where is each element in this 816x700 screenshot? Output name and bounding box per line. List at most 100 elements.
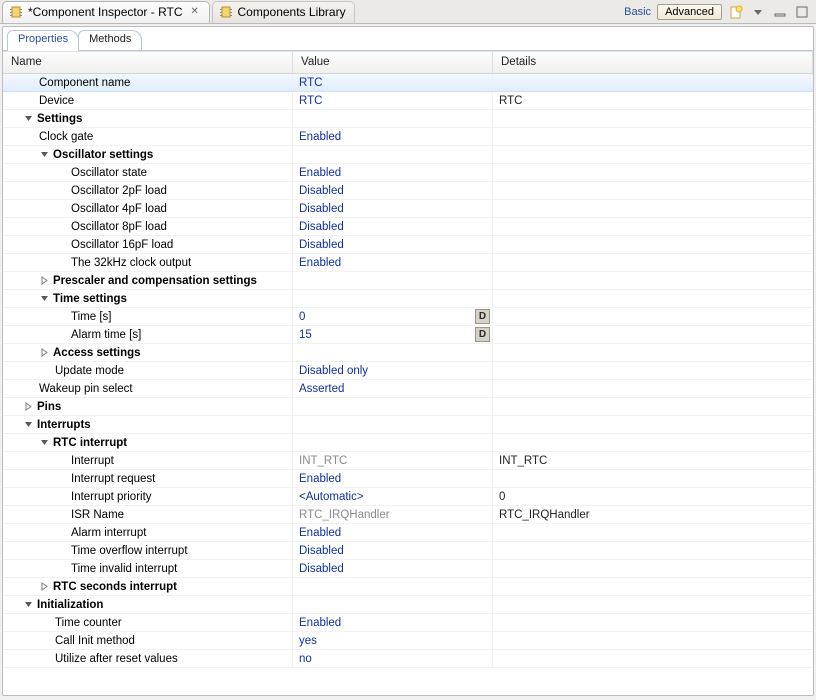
collapse-icon[interactable] xyxy=(39,293,50,304)
table-row[interactable]: The 32kHz clock outputEnabled xyxy=(3,254,813,272)
property-value-cell[interactable]: 15D xyxy=(293,326,493,343)
property-name-cell[interactable]: Interrupt xyxy=(3,452,293,469)
table-row[interactable]: Oscillator 16pF loadDisabled xyxy=(3,236,813,254)
close-icon[interactable]: ✕ xyxy=(191,7,201,17)
menu-dropdown-icon[interactable] xyxy=(750,4,766,20)
property-name-cell[interactable]: Time overflow interrupt xyxy=(3,542,293,559)
maximize-icon[interactable] xyxy=(794,4,810,20)
table-row[interactable]: RTC interrupt xyxy=(3,434,813,452)
property-name-cell[interactable]: Oscillator state xyxy=(3,164,293,181)
table-row[interactable]: Prescaler and compensation settings xyxy=(3,272,813,290)
property-name-cell[interactable]: Pins xyxy=(3,398,293,415)
editor-tab-library[interactable]: Components Library xyxy=(212,1,355,23)
property-name-cell[interactable]: Interrupt priority xyxy=(3,488,293,505)
property-name-cell[interactable]: Clock gate xyxy=(3,128,293,145)
collapse-icon[interactable] xyxy=(39,149,50,160)
property-value-cell[interactable]: RTC xyxy=(293,74,493,91)
property-value-cell[interactable]: RTC_IRQHandler xyxy=(293,506,493,523)
property-name-cell[interactable]: Oscillator 4pF load xyxy=(3,200,293,217)
column-header-name[interactable]: Name xyxy=(3,52,293,73)
table-row[interactable]: Call Init methodyes xyxy=(3,632,813,650)
property-name-cell[interactable]: Time [s] xyxy=(3,308,293,325)
property-name-cell[interactable]: RTC seconds interrupt xyxy=(3,578,293,595)
property-name-cell[interactable]: Device xyxy=(3,92,293,109)
property-value-cell[interactable]: Disabled only xyxy=(293,362,493,379)
collapse-icon[interactable] xyxy=(23,419,34,430)
table-row[interactable]: Time [s]0D xyxy=(3,308,813,326)
property-value-cell[interactable]: Enabled xyxy=(293,128,493,145)
table-row[interactable]: InterruptINT_RTCINT_RTC xyxy=(3,452,813,470)
property-name-cell[interactable]: Utilize after reset values xyxy=(3,650,293,667)
property-value-cell[interactable]: Disabled xyxy=(293,560,493,577)
basic-link[interactable]: Basic xyxy=(624,6,651,18)
property-name-cell[interactable]: RTC interrupt xyxy=(3,434,293,451)
default-badge[interactable]: D xyxy=(475,309,490,324)
table-row[interactable]: Wakeup pin selectAsserted xyxy=(3,380,813,398)
property-name-cell[interactable]: Prescaler and compensation settings xyxy=(3,272,293,289)
property-value-cell[interactable]: Enabled xyxy=(293,614,493,631)
table-row[interactable]: Clock gateEnabled xyxy=(3,128,813,146)
property-name-cell[interactable]: Component name xyxy=(3,74,293,91)
advanced-button[interactable]: Advanced xyxy=(657,4,722,20)
property-value-cell[interactable]: Disabled xyxy=(293,236,493,253)
table-row[interactable]: Interrupt priority<Automatic>0 xyxy=(3,488,813,506)
property-name-cell[interactable]: Initialization xyxy=(3,596,293,613)
expand-icon[interactable] xyxy=(39,275,50,286)
property-name-cell[interactable]: Alarm interrupt xyxy=(3,524,293,541)
table-row[interactable]: Interrupt requestEnabled xyxy=(3,470,813,488)
table-row[interactable]: Oscillator 4pF loadDisabled xyxy=(3,200,813,218)
collapse-icon[interactable] xyxy=(23,599,34,610)
table-row[interactable]: Initialization xyxy=(3,596,813,614)
table-row[interactable]: Access settings xyxy=(3,344,813,362)
expand-icon[interactable] xyxy=(39,581,50,592)
property-name-cell[interactable]: Time settings xyxy=(3,290,293,307)
property-name-cell[interactable]: Interrupts xyxy=(3,416,293,433)
property-name-cell[interactable]: Update mode xyxy=(3,362,293,379)
table-row[interactable]: Alarm interruptEnabled xyxy=(3,524,813,542)
property-value-cell[interactable]: Disabled xyxy=(293,542,493,559)
column-header-value[interactable]: Value xyxy=(293,52,493,73)
property-value-cell[interactable]: Enabled xyxy=(293,164,493,181)
table-row[interactable]: Component nameRTC xyxy=(3,74,813,92)
property-value-cell[interactable]: 0D xyxy=(293,308,493,325)
property-value-cell[interactable]: RTC xyxy=(293,92,493,109)
table-row[interactable]: Time settings xyxy=(3,290,813,308)
property-name-cell[interactable]: Time counter xyxy=(3,614,293,631)
property-name-cell[interactable]: Call Init method xyxy=(3,632,293,649)
table-row[interactable]: Time invalid interruptDisabled xyxy=(3,560,813,578)
table-row[interactable]: RTC seconds interrupt xyxy=(3,578,813,596)
expand-icon[interactable] xyxy=(23,401,34,412)
property-value-cell[interactable]: Enabled xyxy=(293,254,493,271)
property-value-cell[interactable]: <Automatic> xyxy=(293,488,493,505)
editor-tab-inspector[interactable]: *Component Inspector - RTC ✕ xyxy=(2,1,210,23)
table-row[interactable]: Oscillator 2pF loadDisabled xyxy=(3,182,813,200)
property-value-cell[interactable]: Enabled xyxy=(293,470,493,487)
default-badge[interactable]: D xyxy=(475,327,490,342)
new-icon[interactable] xyxy=(728,4,744,20)
property-value-cell[interactable]: INT_RTC xyxy=(293,452,493,469)
table-row[interactable]: Update modeDisabled only xyxy=(3,362,813,380)
property-value-cell[interactable]: no xyxy=(293,650,493,667)
column-header-details[interactable]: Details xyxy=(493,52,813,73)
property-name-cell[interactable]: Access settings xyxy=(3,344,293,361)
property-name-cell[interactable]: Oscillator settings xyxy=(3,146,293,163)
property-name-cell[interactable]: Oscillator 16pF load xyxy=(3,236,293,253)
property-value-cell[interactable]: Enabled xyxy=(293,524,493,541)
table-row[interactable]: DeviceRTCRTC xyxy=(3,92,813,110)
property-value-cell[interactable]: yes xyxy=(293,632,493,649)
property-name-cell[interactable]: Time invalid interrupt xyxy=(3,560,293,577)
property-value-cell[interactable]: Asserted xyxy=(293,380,493,397)
property-name-cell[interactable]: ISR Name xyxy=(3,506,293,523)
property-name-cell[interactable]: Interrupt request xyxy=(3,470,293,487)
table-row[interactable]: Interrupts xyxy=(3,416,813,434)
property-name-cell[interactable]: Settings xyxy=(3,110,293,127)
property-name-cell[interactable]: Alarm time [s] xyxy=(3,326,293,343)
minimize-icon[interactable] xyxy=(772,4,788,20)
property-name-cell[interactable]: Oscillator 8pF load xyxy=(3,218,293,235)
tab-methods[interactable]: Methods xyxy=(78,30,142,50)
property-value-cell[interactable]: Disabled xyxy=(293,182,493,199)
table-row[interactable]: Oscillator stateEnabled xyxy=(3,164,813,182)
property-name-cell[interactable]: The 32kHz clock output xyxy=(3,254,293,271)
table-row[interactable]: Settings xyxy=(3,110,813,128)
property-name-cell[interactable]: Oscillator 2pF load xyxy=(3,182,293,199)
